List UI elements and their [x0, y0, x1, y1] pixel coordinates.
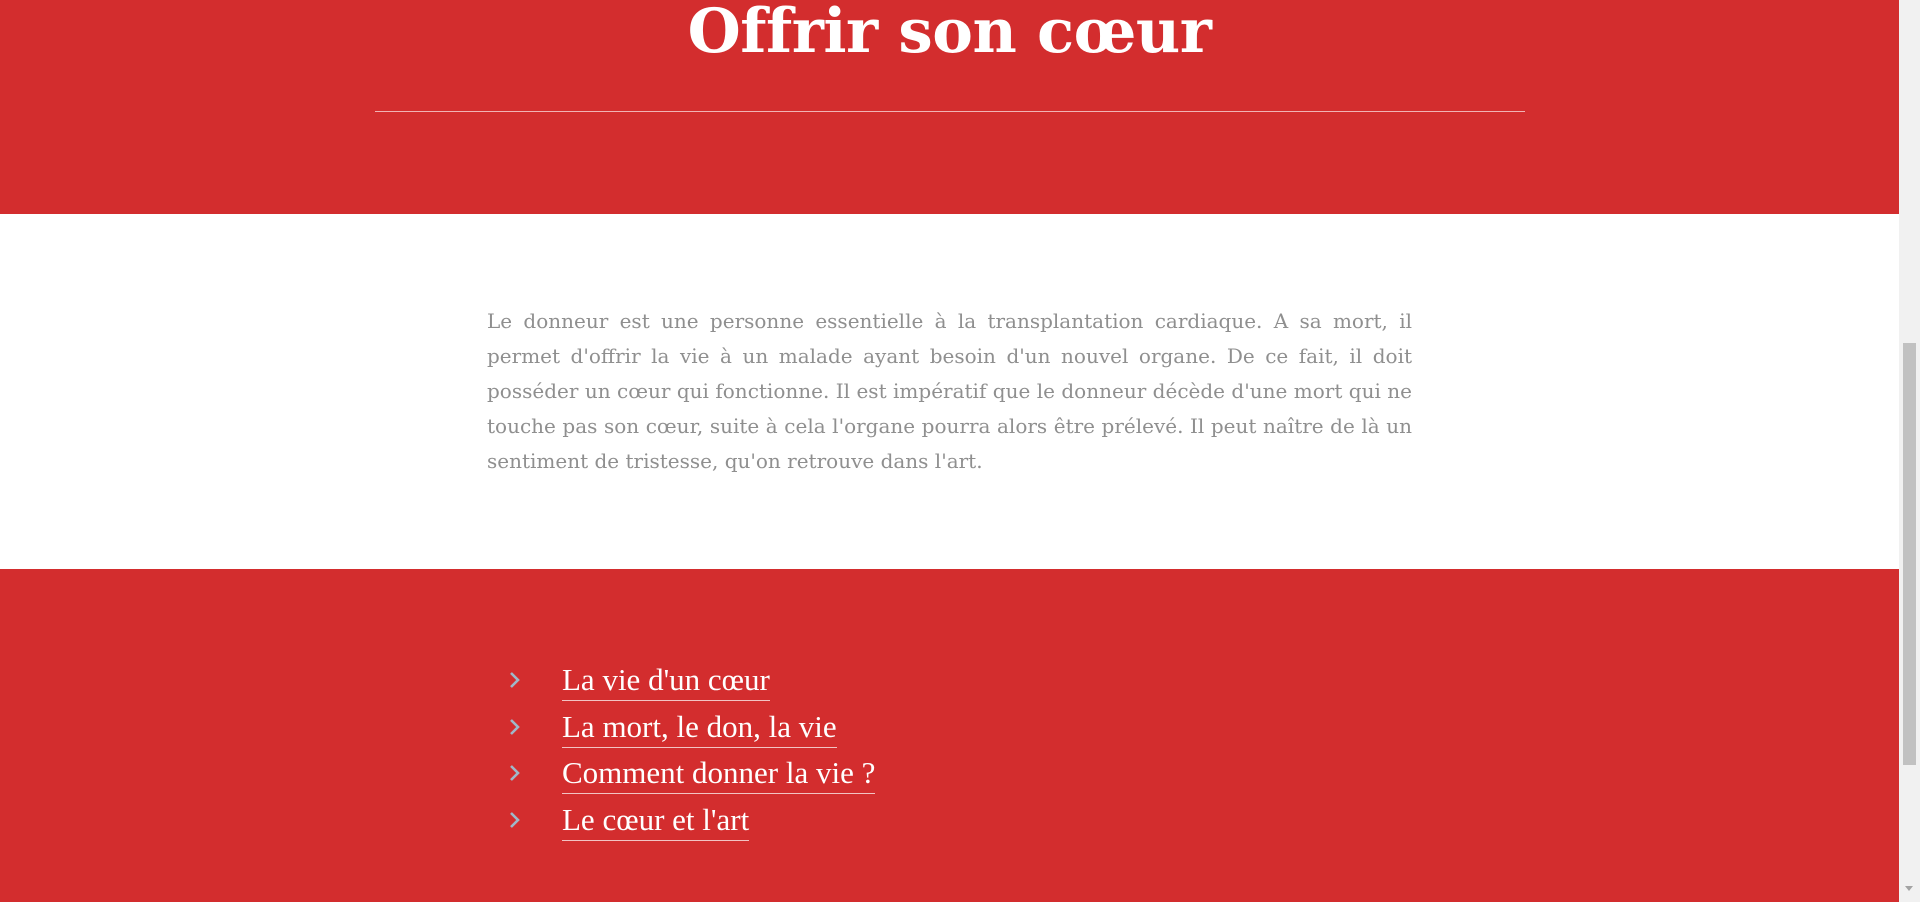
page-title: Offrir son cœur: [687, 0, 1212, 67]
page: Offrir son cœur Le donneur est une perso…: [0, 0, 1899, 902]
chapter-link-coeur-et-art[interactable]: Le cœur et l'art: [562, 800, 750, 841]
chevron-right-icon: [510, 765, 520, 781]
chapter-navigation: La vie d'un cœur La mort, le don, la vie…: [0, 569, 1899, 902]
scrollbar-thumb[interactable]: [1903, 343, 1916, 765]
chapter-link-mort-don-vie[interactable]: La mort, le don, la vie: [562, 707, 837, 748]
intro-paragraph: Le donneur est une personne essentielle …: [487, 309, 1412, 473]
scroll-down-arrow-icon[interactable]: [1905, 886, 1913, 891]
chapter-link-vie-d-un-coeur[interactable]: La vie d'un cœur: [562, 660, 770, 701]
hero-section: Offrir son cœur: [0, 0, 1899, 214]
chevron-right-icon: [510, 718, 520, 735]
chevron-right-icon: [510, 672, 520, 688]
chapter-link-comment-donner-la-vie[interactable]: Comment donner la vie ?: [562, 753, 876, 794]
vertical-scrollbar[interactable]: [1899, 0, 1920, 902]
intro-section: Le donneur est une personne essentielle …: [0, 214, 1899, 569]
chevron-right-icon: [510, 811, 520, 828]
title-divider: [375, 111, 1525, 112]
